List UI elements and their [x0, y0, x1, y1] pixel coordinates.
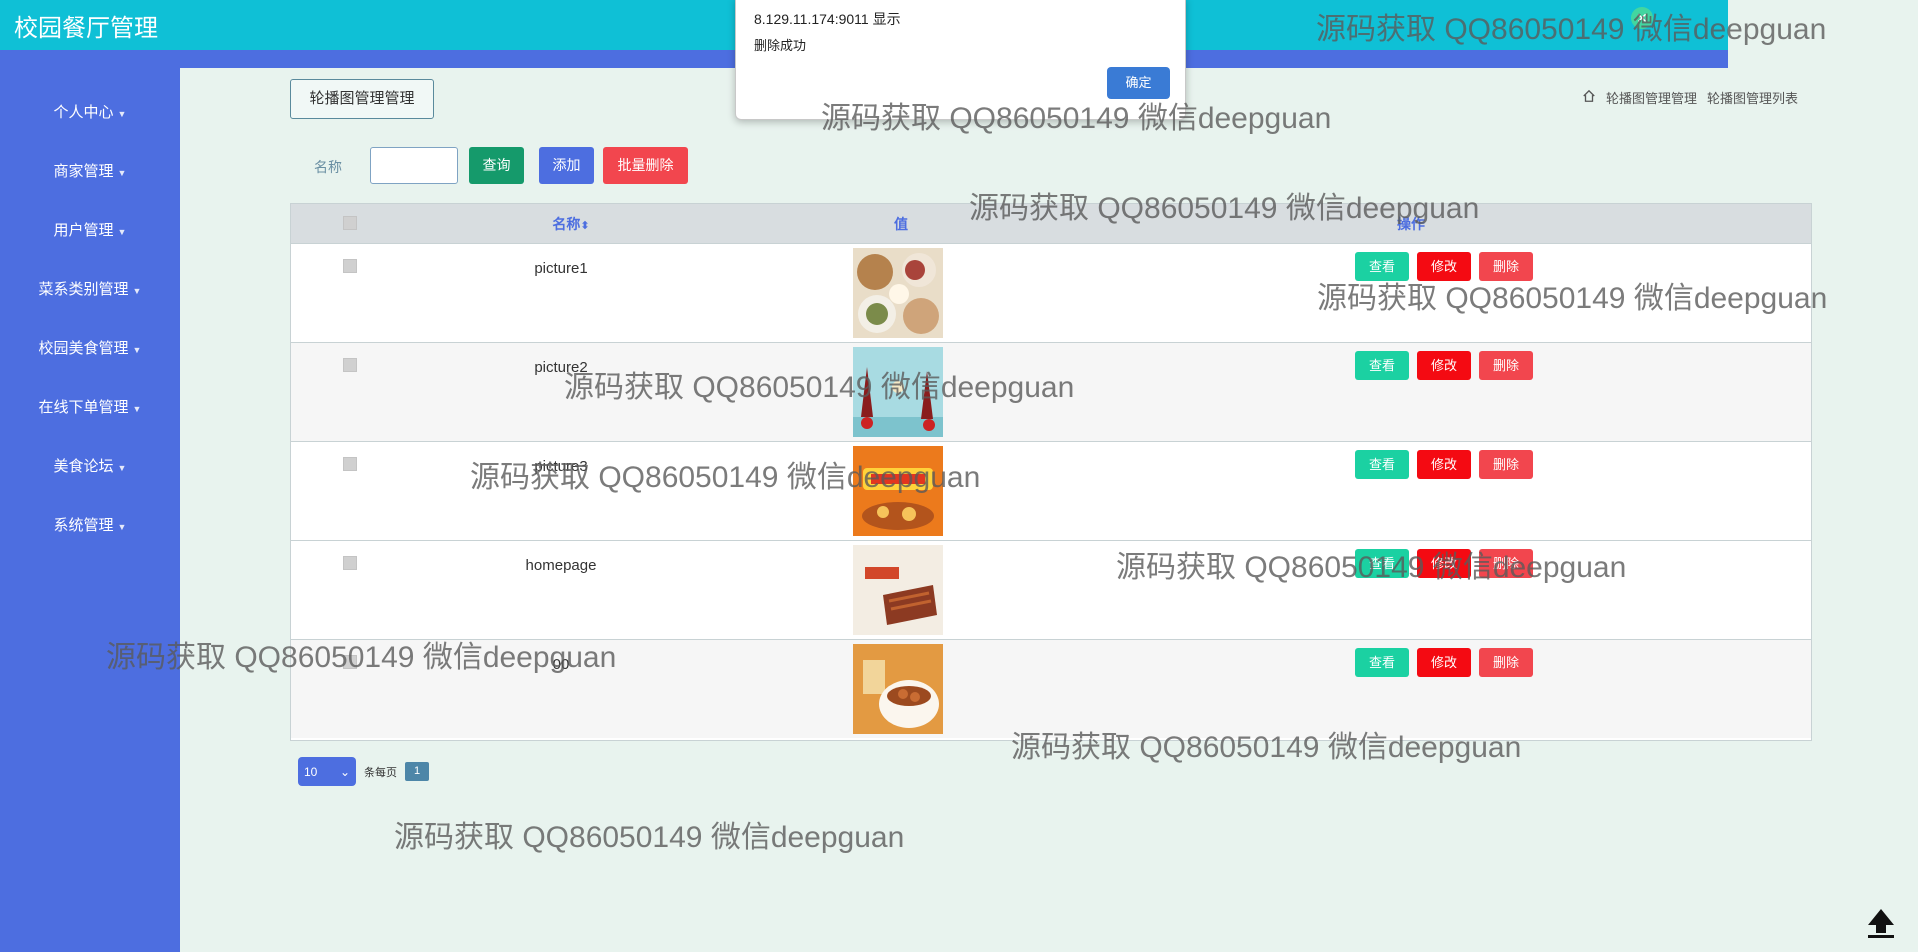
- row-checkbox[interactable]: [343, 655, 357, 669]
- per-page-label: 条每页: [364, 766, 397, 779]
- row-checkbox[interactable]: [343, 259, 357, 273]
- row-actions: 查看 修改 删除: [1355, 252, 1533, 281]
- row-actions: 查看 修改 删除: [1355, 549, 1533, 578]
- row-name: homepage: [525, 557, 597, 574]
- row-checkbox[interactable]: [343, 457, 357, 471]
- view-button[interactable]: 查看: [1355, 351, 1409, 380]
- breadcrumb: 轮播图管理管理 轮播图管理列表: [1582, 88, 1798, 107]
- dialog-ok-button[interactable]: 确定: [1107, 67, 1170, 99]
- select-all-checkbox[interactable]: [343, 216, 357, 230]
- table-row: homepage 查看 修改 删除: [291, 540, 1811, 639]
- row-name: picture1: [534, 260, 588, 277]
- row-image: [853, 347, 943, 437]
- batch-delete-button[interactable]: 批量删除: [603, 147, 688, 184]
- home-icon[interactable]: [1582, 89, 1596, 106]
- breadcrumb-item: 轮播图管理列表: [1706, 91, 1798, 106]
- row-name: picture3: [534, 458, 588, 475]
- view-button[interactable]: 查看: [1355, 549, 1409, 578]
- table-row: picture3 查看 修改 删除: [291, 441, 1811, 540]
- row-actions: 查看 修改 删除: [1355, 351, 1533, 380]
- watermark: 源码获取 QQ86050149 微信deepguan: [394, 821, 905, 854]
- page-number[interactable]: 1: [405, 762, 429, 781]
- table-row: picture2 查看 修改 删除: [291, 342, 1811, 441]
- page-size-select[interactable]: 10 ⌄: [298, 757, 356, 786]
- search-label: 名称: [314, 159, 342, 175]
- edit-button[interactable]: 修改: [1417, 648, 1471, 677]
- pagination: 10 ⌄ 条每页 1: [298, 757, 429, 786]
- edit-button[interactable]: 修改: [1417, 351, 1471, 380]
- sidebar-item-users[interactable]: 用户管理 ▼: [0, 219, 180, 240]
- add-button[interactable]: 添加: [539, 147, 594, 184]
- query-button[interactable]: 查询: [469, 147, 524, 184]
- view-button[interactable]: 查看: [1355, 648, 1409, 677]
- caret-down-icon: ▼: [117, 168, 127, 178]
- caret-down-icon: ▼: [132, 345, 142, 355]
- section-title-button[interactable]: 轮播图管理管理: [290, 79, 434, 119]
- sidebar-item-system[interactable]: 系统管理 ▼: [0, 514, 180, 535]
- table-row: picture1 查看 修改 删除: [291, 243, 1811, 342]
- app-title: 校园餐厅管理: [14, 15, 158, 42]
- sidebar: 个人中心 ▼ 商家管理 ▼ 用户管理 ▼ 菜系类别管理 ▼ 校园美食管理 ▼ 在线下单管理…: [0, 68, 180, 952]
- sidebar-item-personal-center[interactable]: 个人中心 ▼: [0, 101, 180, 122]
- sidebar-item-merchant[interactable]: 商家管理 ▼: [0, 160, 180, 181]
- caret-down-icon: ▼: [132, 404, 142, 414]
- edit-button[interactable]: 修改: [1417, 450, 1471, 479]
- row-checkbox[interactable]: [343, 358, 357, 372]
- sidebar-item-campus-food[interactable]: 校园美食管理 ▼: [0, 337, 180, 358]
- caret-down-icon: ▼: [132, 286, 142, 296]
- sidebar-item-online-order[interactable]: 在线下单管理 ▼: [0, 396, 180, 417]
- sidebar-item-cuisine-category[interactable]: 菜系类别管理 ▼: [0, 278, 180, 299]
- delete-button[interactable]: 删除: [1479, 450, 1533, 479]
- column-header-actions: 操作: [1397, 216, 1425, 232]
- caret-down-icon: ▼: [117, 109, 127, 119]
- row-image: [853, 248, 943, 338]
- data-table: 名称⬍ 值 操作 picture1 查看 修改 删除 picture2 查看 修…: [290, 203, 1812, 741]
- alert-dialog: 8.129.11.174:9011 显示 删除成功 确定: [735, 0, 1186, 120]
- delete-button[interactable]: 删除: [1479, 252, 1533, 281]
- row-checkbox[interactable]: [343, 556, 357, 570]
- caret-down-icon: ▼: [117, 522, 127, 532]
- table-row: 00 查看 修改 删除: [291, 639, 1811, 738]
- column-header-name[interactable]: 名称⬍: [541, 214, 601, 234]
- row-name: 00: [552, 656, 570, 673]
- table-header: 名称⬍ 值 操作: [291, 204, 1811, 243]
- row-image: [853, 644, 943, 734]
- view-button[interactable]: 查看: [1355, 450, 1409, 479]
- row-actions: 查看 修改 删除: [1355, 450, 1533, 479]
- sort-icon[interactable]: ⬍: [580, 220, 589, 232]
- view-button[interactable]: 查看: [1355, 252, 1409, 281]
- delete-button[interactable]: 删除: [1479, 648, 1533, 677]
- row-actions: 查看 修改 删除: [1355, 648, 1533, 677]
- caret-down-icon: ▼: [117, 227, 127, 237]
- close-icon[interactable]: ✕: [1631, 7, 1653, 29]
- dialog-title: 8.129.11.174:9011 显示: [754, 11, 901, 27]
- caret-down-icon: ▼: [117, 463, 127, 473]
- breadcrumb-item[interactable]: 轮播图管理管理: [1606, 88, 1697, 107]
- delete-button[interactable]: 删除: [1479, 351, 1533, 380]
- dialog-message: 删除成功: [754, 38, 807, 53]
- sidebar-item-food-forum[interactable]: 美食论坛 ▼: [0, 455, 180, 476]
- column-header-value: 值: [894, 216, 908, 232]
- delete-button[interactable]: 删除: [1479, 549, 1533, 578]
- row-image: [853, 545, 943, 635]
- row-image: [853, 446, 943, 536]
- chevron-down-icon: ⌄: [339, 764, 350, 779]
- edit-button[interactable]: 修改: [1417, 549, 1471, 578]
- row-name: picture2: [534, 359, 588, 376]
- back-to-top-icon[interactable]: [1864, 905, 1898, 939]
- edit-button[interactable]: 修改: [1417, 252, 1471, 281]
- name-search-input[interactable]: [370, 147, 458, 184]
